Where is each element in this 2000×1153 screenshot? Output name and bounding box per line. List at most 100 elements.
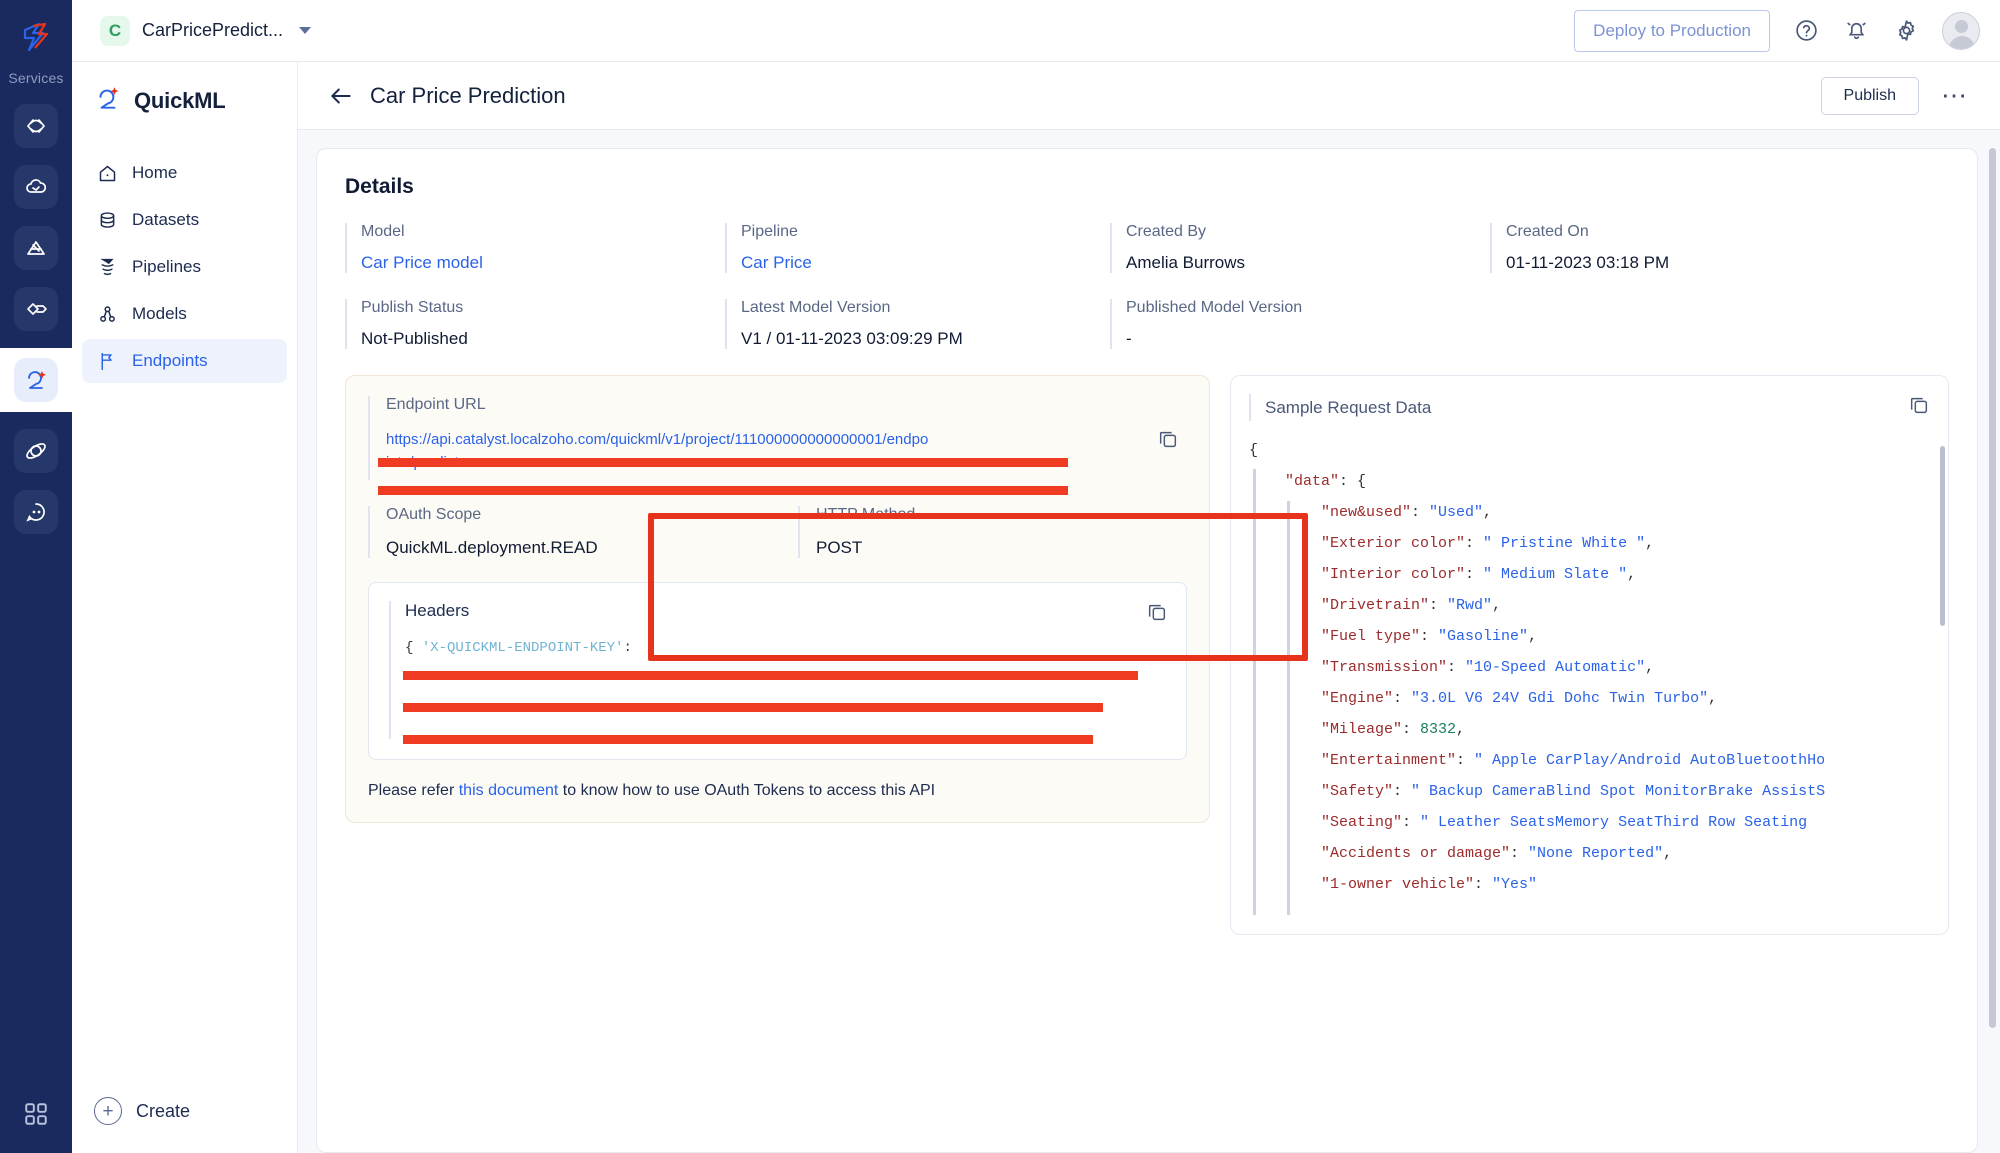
code-token: "Drivetrain" (1321, 597, 1430, 614)
copy-icon[interactable] (1146, 601, 1168, 628)
code-token: " Pristine White " (1483, 535, 1646, 552)
models-nodes-icon (96, 303, 118, 325)
code-token: "Mileage" (1321, 721, 1403, 738)
right-column: C CarPricePredict... Deploy to Productio… (72, 0, 2000, 1153)
analytics-service-icon[interactable] (14, 226, 58, 270)
chevron-down-icon[interactable] (299, 27, 312, 34)
details-row-1: Model Car Price model Pipeline Car Price… (345, 223, 1949, 273)
footer-note: Please refer this document to know how t… (368, 782, 1187, 800)
cloud-service-icon[interactable] (14, 165, 58, 209)
copy-icon[interactable] (1157, 428, 1179, 455)
sidebar-item-datasets[interactable]: Datasets (82, 198, 287, 242)
sidebar-nav: Home Datasets Pipelines Models Endpoints (72, 151, 297, 383)
arrow-left-icon[interactable] (326, 81, 356, 111)
headers-title: Headers (405, 601, 470, 620)
code-token: " Apple CarPlay/Android AutoBluetoothHo (1474, 752, 1826, 769)
code-token: "Accidents or damage" (1321, 845, 1511, 862)
details-card: Details Model Car Price model Pipeline C… (316, 148, 1978, 1153)
sidebar-item-pipelines[interactable]: Pipelines (82, 245, 287, 289)
code-token: "Interior color" (1321, 566, 1466, 583)
deploy-to-production-button[interactable]: Deploy to Production (1574, 9, 1770, 52)
project-selector[interactable]: C CarPricePredict... (100, 15, 312, 46)
code-token: "Entertainment" (1321, 752, 1457, 769)
main-content: Car Price Prediction Publish ⋯ Details M… (298, 62, 2000, 1153)
code-line: "1-owner vehicle": "Yes" (1249, 869, 1930, 900)
this-document-link[interactable]: this document (459, 782, 559, 799)
header-key-name: 'X-QUICKML-ENDPOINT-KEY' (421, 640, 624, 656)
code-token: : (1447, 659, 1466, 676)
code-service-icon[interactable] (14, 104, 58, 148)
code-token: "Gasoline" (1438, 628, 1529, 645)
sidebar-item-label: Datasets (132, 210, 200, 229)
sidebar-item-label: Pipelines (132, 257, 201, 276)
notification-bell-icon[interactable] (1842, 17, 1870, 45)
sample-request-code[interactable]: { "data": { "new&used": "Used", "Exterior c… (1249, 435, 1930, 915)
orbit-service-icon[interactable] (14, 429, 58, 473)
redaction-bar (403, 671, 1138, 680)
ellipsis-icon[interactable]: ⋯ (1933, 80, 1976, 111)
endpoint-url-value[interactable]: https://api.catalyst.localzoho.com/quick… (386, 428, 931, 474)
code-token: "Rwd" (1447, 597, 1493, 614)
detail-label: Created On (1506, 223, 1589, 240)
redaction-bar (378, 458, 1068, 467)
user-avatar[interactable] (1942, 11, 1980, 50)
code-token: : { (1339, 473, 1367, 490)
database-icon (96, 209, 118, 231)
detail-label: Pipeline (741, 223, 798, 240)
create-button[interactable]: + Create (94, 1097, 275, 1125)
apps-grid-icon[interactable] (0, 1101, 72, 1127)
services-rail: Services (0, 0, 72, 1153)
code-token: "data" (1285, 473, 1340, 490)
detail-label: Published Model Version (1126, 299, 1303, 316)
code-line: "Engine": "3.0L V6 24V Gdi Dohc Twin Tur… (1249, 683, 1930, 714)
headers-card: Headers { 'X-QUICKML-ENDPOINT-KEY': (368, 582, 1187, 760)
sidebar-item-models[interactable]: Models (82, 292, 287, 336)
code-token: "Exterior color" (1321, 535, 1466, 552)
code-line: { (1249, 435, 1930, 466)
colon: : (623, 640, 632, 656)
code-scrollbar[interactable] (1940, 446, 1945, 626)
code-token: : (1402, 721, 1421, 738)
code-line: "Mileage": 8332, (1249, 714, 1930, 745)
sidebar-item-label: Endpoints (132, 351, 208, 370)
chat-service-icon[interactable] (14, 490, 58, 534)
open-brace: { (405, 640, 414, 656)
services-label: Services (8, 70, 64, 86)
detail-value-link[interactable]: Car Price (741, 253, 1110, 273)
redaction-bar (378, 486, 1068, 495)
sidebar-item-home[interactable]: Home (82, 151, 287, 195)
sidebar-item-endpoints[interactable]: Endpoints (82, 339, 287, 383)
code-token: "Safety" (1321, 783, 1394, 800)
sidebar-footer: + Create (72, 1097, 297, 1153)
publish-button[interactable]: Publish (1820, 76, 1919, 115)
detail-published-model-version: Published Model Version - (1110, 299, 1490, 349)
quickml-service-icon[interactable] (14, 358, 58, 402)
content-scroll-area[interactable]: Details Model Car Price model Pipeline C… (298, 130, 2000, 1153)
copy-icon[interactable] (1908, 394, 1930, 421)
code-token: , (1456, 721, 1466, 738)
code-token: "Engine" (1321, 690, 1394, 707)
link-service-icon[interactable] (14, 287, 58, 331)
brand-logo-icon[interactable] (13, 14, 59, 60)
code-line: "new&used": "Used", (1249, 497, 1930, 528)
endpoint-meta-row: OAuth Scope QuickML.deployment.READ HTTP… (368, 506, 1187, 558)
code-token: : (1474, 876, 1493, 893)
code-token: "None Reported" (1528, 845, 1664, 862)
page-scrollbar[interactable] (1989, 148, 1996, 1028)
project-initial-badge: C (100, 15, 130, 46)
settings-gear-icon[interactable] (1892, 17, 1920, 45)
service-icon-list (0, 104, 72, 534)
page-title: Car Price Prediction (370, 82, 566, 108)
help-circle-icon[interactable] (1792, 17, 1820, 45)
quickml-service-notch (0, 330, 72, 430)
code-token: { (1249, 442, 1259, 459)
code-line: "Drivetrain": "Rwd", (1249, 590, 1930, 621)
detail-value-link[interactable]: Car Price model (361, 253, 725, 273)
endpoint-info-box: Endpoint URL https://api.catalyst.localz… (345, 375, 1210, 823)
top-bar-actions: Deploy to Production (1574, 9, 1980, 52)
code-token: "Seating" (1321, 814, 1403, 831)
code-token: : (1393, 783, 1412, 800)
code-line: "Safety": " Backup CameraBlind Spot Moni… (1249, 776, 1930, 807)
code-token: : (1465, 566, 1484, 583)
endpoint-url-label: Endpoint URL (386, 396, 486, 413)
